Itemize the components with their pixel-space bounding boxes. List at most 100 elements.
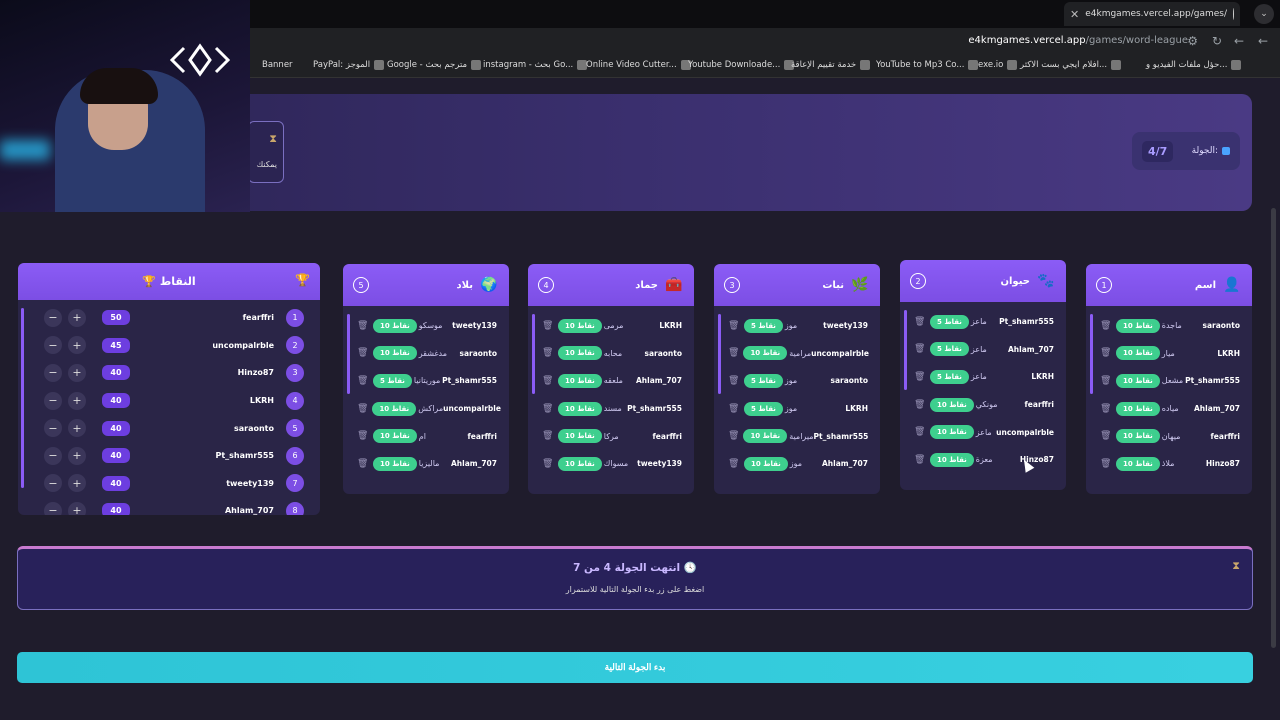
bookmark[interactable]: خدمة تقييم الإعاقة bbox=[791, 60, 871, 70]
trash-icon[interactable]: 🗑 bbox=[542, 404, 554, 414]
score-rank: 4 bbox=[286, 391, 304, 410]
trash-icon[interactable]: 🗑 bbox=[357, 404, 368, 414]
trash-icon[interactable]: 🗑 bbox=[728, 321, 740, 331]
minus-button[interactable]: − bbox=[44, 363, 62, 382]
bookmark[interactable]: PayPal: الموجز bbox=[313, 60, 385, 70]
minus-button[interactable]: − bbox=[44, 501, 62, 515]
trash-icon[interactable]: 🗑 bbox=[728, 376, 740, 386]
category-number: 5 bbox=[353, 277, 369, 293]
bookmark[interactable]: حؤل ملفات الفيديو و... bbox=[1146, 60, 1242, 70]
trash-icon[interactable]: 🗑 bbox=[357, 376, 369, 386]
trash-icon[interactable]: 🗑 bbox=[357, 459, 369, 469]
points-pill: 10 نقاط bbox=[1116, 373, 1160, 388]
answer-row: 🗑 10 نقاط مرامية uncompalrble bbox=[728, 340, 869, 368]
plus-button[interactable]: + bbox=[68, 446, 86, 465]
url-text[interactable]: e4kmgames.vercel.app/games/word-league bbox=[968, 35, 1188, 46]
bookmark[interactable]: Google - مترجم بحث bbox=[387, 60, 482, 70]
bookmark[interactable]: instagram - بحث Go... bbox=[483, 60, 588, 70]
score-points: 40 bbox=[102, 475, 130, 491]
trash-icon[interactable]: 🗑 bbox=[914, 317, 926, 327]
trash-icon[interactable]: 🗑 bbox=[357, 321, 369, 331]
next-round-button[interactable]: بدء الجولة التالية bbox=[17, 652, 1253, 683]
plus-button[interactable]: + bbox=[68, 501, 86, 515]
answer-word: ماعز bbox=[970, 317, 987, 327]
category-number: 2 bbox=[910, 273, 926, 289]
player-name: Ahlam_707 bbox=[822, 459, 868, 469]
forward-icon[interactable]: ← bbox=[1234, 34, 1244, 48]
minus-button[interactable]: − bbox=[44, 446, 62, 465]
trash-icon[interactable]: 🗑 bbox=[728, 431, 739, 441]
category-column: 2 حيوان 🐾 🗑 5 نقاط ماعز Pt_shamr555 🗑 5 ن… bbox=[900, 260, 1066, 490]
score-points: 45 bbox=[102, 337, 130, 353]
plus-button[interactable]: + bbox=[68, 336, 86, 355]
answer-word: مشعل bbox=[1161, 376, 1184, 386]
trash-icon[interactable]: 🗑 bbox=[542, 321, 554, 331]
plus-button[interactable]: + bbox=[68, 363, 86, 382]
trash-icon[interactable]: 🗑 bbox=[542, 459, 554, 469]
trash-icon[interactable]: 🗑 bbox=[1100, 431, 1112, 441]
answer-word: مونكي bbox=[975, 400, 998, 410]
trash-icon[interactable]: 🗑 bbox=[728, 404, 740, 414]
answer-row: 🗑 10 نقاط ميار LKRH bbox=[1100, 340, 1240, 368]
trash-icon[interactable]: 🗑 bbox=[1100, 404, 1112, 414]
trash-icon[interactable]: 🗑 bbox=[728, 348, 739, 358]
trash-icon[interactable]: 🗑 bbox=[1100, 348, 1112, 358]
plus-button[interactable]: + bbox=[68, 391, 86, 410]
trash-icon[interactable]: 🗑 bbox=[914, 400, 926, 410]
answer-row: 🗑 10 نقاط مدغشقر saraonto bbox=[357, 340, 497, 368]
answer-word: مسواك bbox=[603, 459, 629, 469]
bookmark[interactable]: افلام ايجي بست الاكثر... bbox=[1020, 60, 1122, 70]
plus-button[interactable]: + bbox=[68, 308, 86, 327]
led-light bbox=[0, 140, 50, 160]
answer-word: ملاذ bbox=[1161, 459, 1175, 469]
answer-word: مدغشقر bbox=[418, 348, 448, 358]
reload-icon[interactable]: ↻ bbox=[1212, 34, 1222, 48]
trash-icon[interactable]: 🗑 bbox=[542, 348, 554, 358]
site-settings-icon[interactable]: ⚙ bbox=[1187, 34, 1198, 48]
trash-icon[interactable]: 🗑 bbox=[914, 427, 926, 437]
trash-icon[interactable]: 🗑 bbox=[542, 431, 554, 441]
trash-icon[interactable]: 🗑 bbox=[542, 376, 554, 386]
answer-word: مراكش bbox=[418, 404, 444, 414]
trash-icon[interactable]: 🗑 bbox=[914, 344, 926, 354]
minus-button[interactable]: − bbox=[44, 308, 62, 327]
trash-icon[interactable]: 🗑 bbox=[728, 459, 740, 469]
points-pill: 10 نقاط bbox=[1116, 318, 1160, 333]
page-scrollbar[interactable] bbox=[1271, 208, 1276, 648]
scores-title: 🏆 النقاط bbox=[142, 275, 196, 288]
bookmark[interactable]: YouTube to Mp3 Co... bbox=[876, 60, 979, 70]
answer-row: 🗑 10 نقاط ماعز uncompalrble bbox=[914, 418, 1054, 446]
player-name: LKRH bbox=[1217, 348, 1240, 358]
bookmark[interactable]: Youtube Downloade... bbox=[688, 60, 795, 70]
player-name: LKRH bbox=[1031, 372, 1054, 382]
bookmark[interactable]: Banner bbox=[262, 60, 293, 70]
trash-icon[interactable]: 🗑 bbox=[1100, 376, 1112, 386]
minus-button[interactable]: − bbox=[44, 419, 62, 438]
back-icon[interactable]: ← bbox=[1258, 34, 1268, 48]
scores-header: 🏆 النقاط 🏆 bbox=[18, 263, 320, 300]
trash-icon[interactable]: 🗑 bbox=[1100, 321, 1112, 331]
trash-icon[interactable]: 🗑 bbox=[914, 372, 926, 382]
minus-button[interactable]: − bbox=[44, 336, 62, 355]
score-player-name: Hinzo87 bbox=[237, 368, 274, 378]
minus-button[interactable]: − bbox=[44, 391, 62, 410]
trash-icon[interactable]: 🗑 bbox=[1100, 459, 1112, 469]
answer-row: 🗑 10 نقاط موسكو tweety139 bbox=[357, 312, 497, 340]
trash-icon[interactable]: 🗑 bbox=[914, 455, 926, 465]
player-name: saraonto bbox=[459, 348, 497, 358]
close-tab-icon[interactable]: ✕ bbox=[1070, 8, 1079, 21]
answer-row: 🗑 5 نقاط ماعز Pt_shamr555 bbox=[914, 308, 1054, 336]
plus-button[interactable]: + bbox=[68, 419, 86, 438]
trash-icon[interactable]: 🗑 bbox=[357, 348, 369, 358]
player-name: saraonto bbox=[1202, 321, 1240, 331]
category-title: بلاد bbox=[456, 279, 473, 291]
minus-button[interactable]: − bbox=[44, 474, 62, 493]
plus-button[interactable]: + bbox=[68, 474, 86, 493]
bookmark[interactable]: exe.io bbox=[978, 60, 1018, 70]
answer-row: 🗑 10 نقاط مياده Ahlam_707 bbox=[1100, 395, 1240, 423]
category-header: 3 نبات 🌿 bbox=[714, 264, 880, 306]
browser-tab[interactable]: ✕ e4kmgames.vercel.app/games/ bbox=[1064, 2, 1240, 26]
trash-icon[interactable]: 🗑 bbox=[357, 431, 369, 441]
bookmark[interactable]: Online Video Cutter... bbox=[586, 60, 691, 70]
tab-search-button[interactable]: ⌄ bbox=[1254, 4, 1274, 24]
